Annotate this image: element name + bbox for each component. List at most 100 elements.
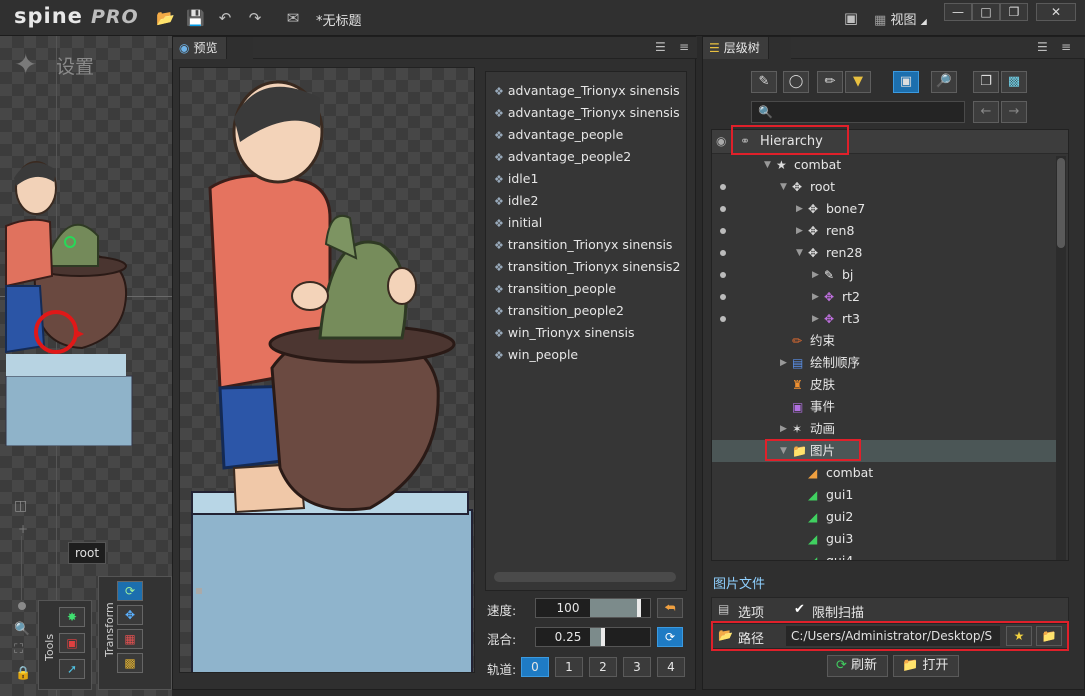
track-button-4[interactable]: 4 <box>657 657 685 677</box>
tree-item-constraints[interactable]: ✏ 约束 <box>712 330 1056 352</box>
tree-item-images[interactable]: ▼ 📁 图片 <box>712 440 1056 462</box>
undo-icon[interactable]: ↶ <box>216 9 234 27</box>
expand-arrow-icon[interactable]: ▼ <box>796 242 803 264</box>
list-item[interactable]: ❖ transition_people <box>494 278 616 300</box>
tree-item-combat[interactable]: ▼ ★ combat <box>712 154 1056 176</box>
expand-arrow-icon[interactable]: ▼ <box>780 176 787 198</box>
pose-tool-icon[interactable]: ✸ <box>59 607 85 627</box>
paste-icon[interactable]: ▩ <box>1001 71 1027 93</box>
vertical-scrollbar[interactable] <box>1056 156 1066 560</box>
list-item[interactable]: ❖ transition_Trionyx sinensis2 <box>494 256 680 278</box>
visibility-dot[interactable] <box>720 184 726 190</box>
zoom-slider-track[interactable] <box>21 536 22 600</box>
tab-preview[interactable]: ◉ 预览 <box>173 37 227 59</box>
expand-arrow-icon[interactable]: ▼ <box>764 154 771 176</box>
tree-item-root[interactable]: ▼ ✥ root <box>712 176 1056 198</box>
find-replace-icon[interactable]: 🔎 <box>931 71 957 93</box>
search-input[interactable]: 🔍 <box>751 101 965 123</box>
rotate-tool-icon[interactable]: ⟳ <box>117 581 143 601</box>
limit-scan-checkbox[interactable]: ✔ <box>794 602 805 617</box>
track-button-2[interactable]: 2 <box>589 657 617 677</box>
minimize-button[interactable]: — <box>944 3 972 21</box>
tree-item-gui4[interactable]: ◢ gui4 <box>712 550 1056 560</box>
tree-item-gui1[interactable]: ◢ gui1 <box>712 484 1056 506</box>
zoom-in-icon[interactable]: + <box>18 522 28 536</box>
scrollbar-thumb[interactable] <box>1057 158 1065 248</box>
next-match-icon[interactable]: → <box>1001 101 1027 123</box>
list-item[interactable]: ❖ idle1 <box>494 168 538 190</box>
frame-selection-icon[interactable]: ▣ <box>893 71 919 93</box>
track-button-3[interactable]: 3 <box>623 657 651 677</box>
tree-item-image-combat[interactable]: ◢ combat <box>712 462 1056 484</box>
hierarchy-tree[interactable]: ◉ ⚭ Hierarchy ▼ ★ combat ▼ ✥ root ▶ ✥ bo… <box>711 129 1069 561</box>
panel-settings-icon[interactable]: ☰ <box>1037 40 1048 54</box>
speed-slider-handle[interactable] <box>637 599 641 617</box>
tree-item-rt2[interactable]: ▶ ✥ rt2 <box>712 286 1056 308</box>
tree-item-ren28[interactable]: ▼ ✥ ren28 <box>712 242 1056 264</box>
visibility-dot[interactable] <box>720 316 726 322</box>
bones-filter-icon[interactable]: ✎ <box>751 71 777 93</box>
favorite-star-icon[interactable]: ★ <box>1006 626 1032 646</box>
expand-arrow-icon[interactable]: ▶ <box>780 352 787 374</box>
mix-slider[interactable]: 0.25 <box>535 627 651 647</box>
open-folder-icon[interactable]: 📂 <box>156 9 175 27</box>
list-item[interactable]: ❖ idle2 <box>494 190 538 212</box>
zoom-slider-handle[interactable] <box>18 602 26 610</box>
reset-speed-icon[interactable]: ⮪ <box>657 598 683 618</box>
tree-item-gui2[interactable]: ◢ gui2 <box>712 506 1056 528</box>
animation-list[interactable]: ❖ advantage_Trionyx sinensis ❖ advantage_T… <box>485 71 687 591</box>
expand-arrow-icon[interactable]: ▶ <box>812 308 819 330</box>
create-tool-icon[interactable]: ➚ <box>59 659 85 679</box>
restore-layout-icon[interactable]: ▣ <box>842 9 860 27</box>
list-item[interactable]: ❖ win_people <box>494 344 578 366</box>
browse-folder-icon[interactable]: 📁 <box>1036 626 1062 646</box>
redo-icon[interactable]: ↷ <box>246 9 264 27</box>
expand-arrow-icon[interactable]: ▶ <box>780 418 787 440</box>
list-item[interactable]: ❖ win_Trionyx sinensis <box>494 322 635 344</box>
tree-item-bone7[interactable]: ▶ ✥ bone7 <box>712 198 1056 220</box>
horizontal-scrollbar[interactable] <box>494 572 676 582</box>
main-viewport[interactable]: ✦ 设置 ◫ + 🔍 ⛶ 🔒 root Tools ✸ ▣ ➚ Transfor… <box>0 36 172 696</box>
mail-icon[interactable]: ✉ <box>284 9 302 27</box>
weights-tool-icon[interactable]: ▣ <box>59 633 85 653</box>
list-item[interactable]: ❖ advantage_people2 <box>494 146 631 168</box>
lock-icon[interactable]: 🔒 <box>15 666 31 681</box>
list-item[interactable]: ❖ transition_Trionyx sinensis <box>494 234 672 256</box>
panel-menu-icon[interactable]: ≡ <box>679 40 689 54</box>
copy-icon[interactable]: ❐ <box>973 71 999 93</box>
expand-arrow-icon[interactable]: ▶ <box>796 198 803 220</box>
open-button[interactable]: 📁 打开 <box>893 655 960 677</box>
scale-tool-icon[interactable]: ▦ <box>117 629 143 649</box>
path-input[interactable]: C:/Users/Administrator/Desktop/S <box>786 626 1000 646</box>
tree-item-events[interactable]: ▣ 事件 <box>712 396 1056 418</box>
shear-tool-icon[interactable]: ▩ <box>117 653 143 673</box>
panel-menu-icon[interactable]: ≡ <box>1061 40 1071 54</box>
restore-button[interactable]: ❐ <box>1000 3 1028 21</box>
preview-stage[interactable] <box>179 67 475 673</box>
loop-icon[interactable]: ⟳ <box>657 627 683 647</box>
visibility-dot[interactable] <box>720 228 726 234</box>
expand-arrow-icon[interactable]: ▼ <box>780 440 787 462</box>
expand-arrow-icon[interactable]: ▶ <box>812 264 819 286</box>
tab-hierarchy[interactable]: ☰ 层级树 <box>703 37 769 59</box>
tree-item-rt3[interactable]: ▶ ✥ rt3 <box>712 308 1056 330</box>
filter-icon[interactable]: ▼ <box>845 71 871 93</box>
visibility-dot[interactable] <box>720 250 726 256</box>
save-icon[interactable]: 💾 <box>186 9 205 27</box>
visibility-dot[interactable] <box>720 294 726 300</box>
fullscreen-icon[interactable]: ⛶ <box>14 642 23 657</box>
visibility-dot[interactable] <box>720 272 726 278</box>
view-menu[interactable]: ▦ 视图 ◢ <box>874 9 927 28</box>
list-item[interactable]: ❖ advantage_Trionyx sinensis <box>494 102 680 124</box>
tree-item-bj[interactable]: ▶ ✎ bj <box>712 264 1056 286</box>
speed-slider[interactable]: 100 <box>535 598 651 618</box>
search-icon[interactable]: 🔍 <box>14 622 30 637</box>
list-item[interactable]: ❖ initial <box>494 212 542 234</box>
list-item[interactable]: ❖ advantage_Trionyx sinensis <box>494 80 680 102</box>
list-item[interactable]: ❖ advantage_people <box>494 124 623 146</box>
tree-item-animations[interactable]: ▶ ✶ 动画 <box>712 418 1056 440</box>
close-button[interactable]: ✕ <box>1036 3 1076 21</box>
shapes-filter-icon[interactable]: ◯ <box>783 71 809 93</box>
mix-slider-handle[interactable] <box>601 628 605 646</box>
tree-item-gui3[interactable]: ◢ gui3 <box>712 528 1056 550</box>
